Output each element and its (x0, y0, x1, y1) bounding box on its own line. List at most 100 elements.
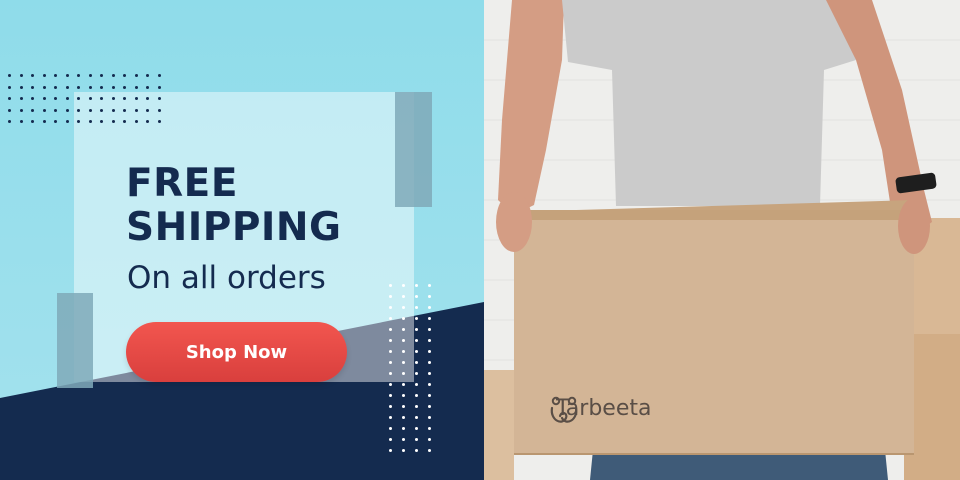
dot (157, 97, 161, 100)
dot (428, 383, 431, 386)
dot (402, 438, 405, 441)
dot (402, 350, 405, 353)
dot (415, 306, 418, 309)
dot (428, 317, 431, 320)
dot (134, 97, 138, 100)
dot (389, 339, 392, 342)
dot (415, 394, 418, 397)
dot (389, 295, 392, 298)
dot (134, 108, 138, 112)
dot (123, 108, 126, 112)
dot (54, 74, 57, 77)
dot (389, 317, 392, 320)
dot (146, 85, 149, 89)
dot (77, 108, 80, 112)
dot (111, 120, 115, 123)
dot (402, 284, 405, 287)
dot (65, 120, 69, 123)
dot (42, 85, 46, 89)
dot (100, 108, 103, 112)
dot (428, 339, 431, 342)
dot (402, 405, 405, 408)
dot (157, 120, 161, 123)
dot (428, 372, 431, 375)
dot (65, 97, 69, 100)
dot (428, 405, 431, 408)
dot (123, 85, 126, 89)
decorative-bar-left (57, 293, 93, 388)
dot (428, 328, 431, 331)
dot (77, 85, 80, 89)
dot (123, 74, 126, 77)
dot (65, 85, 69, 89)
dot (389, 438, 392, 441)
dot (415, 317, 418, 320)
dot (402, 394, 405, 397)
dot (157, 74, 161, 77)
headline: FREE SHIPPING (126, 162, 342, 250)
dot (42, 97, 46, 100)
dot (42, 120, 46, 123)
dot (77, 120, 80, 123)
dot (389, 328, 392, 331)
dot (428, 449, 431, 452)
dot (415, 339, 418, 342)
dot (111, 97, 115, 100)
dot (389, 306, 392, 309)
dot (389, 372, 392, 375)
decorative-bar-right (395, 92, 432, 207)
dot (389, 416, 392, 419)
subheadline: On all orders (127, 260, 326, 296)
dot (19, 85, 23, 89)
dot (389, 427, 392, 430)
dot (100, 120, 103, 123)
dot (100, 97, 103, 100)
dot (428, 416, 431, 419)
dot (428, 295, 431, 298)
dot (123, 97, 126, 100)
dot (428, 306, 431, 309)
dot (134, 85, 138, 89)
dot (31, 74, 34, 77)
dot (134, 74, 138, 77)
dot (31, 85, 34, 89)
dot (389, 383, 392, 386)
dot (100, 85, 103, 89)
headline-line-1: FREE (126, 161, 238, 206)
dot (146, 108, 149, 112)
dot (8, 120, 11, 123)
dot (157, 85, 161, 89)
dot (402, 449, 405, 452)
dot (88, 85, 92, 89)
dot (111, 108, 115, 112)
dot (77, 74, 80, 77)
dot (402, 317, 405, 320)
dot (65, 108, 69, 112)
dot (415, 295, 418, 298)
product-photo: Tarbeeta (484, 0, 960, 480)
dot (415, 372, 418, 375)
dot (402, 416, 405, 419)
dot (54, 108, 57, 112)
dot (8, 108, 11, 112)
shop-now-button[interactable]: Shop Now (126, 322, 347, 382)
dot (54, 120, 57, 123)
dot (31, 97, 34, 100)
dot (402, 295, 405, 298)
dot (8, 97, 11, 100)
dot (402, 339, 405, 342)
dot (42, 108, 46, 112)
dot (157, 108, 161, 112)
brand-logo: Tarbeeta (548, 396, 651, 423)
dot (8, 74, 11, 77)
dot (415, 405, 418, 408)
dot (428, 427, 431, 430)
dot (415, 416, 418, 419)
dot (415, 328, 418, 331)
headline-line-2: SHIPPING (126, 205, 342, 250)
dot (415, 427, 418, 430)
dot (88, 108, 92, 112)
dot (389, 394, 392, 397)
dot (8, 85, 11, 89)
dot (146, 74, 149, 77)
